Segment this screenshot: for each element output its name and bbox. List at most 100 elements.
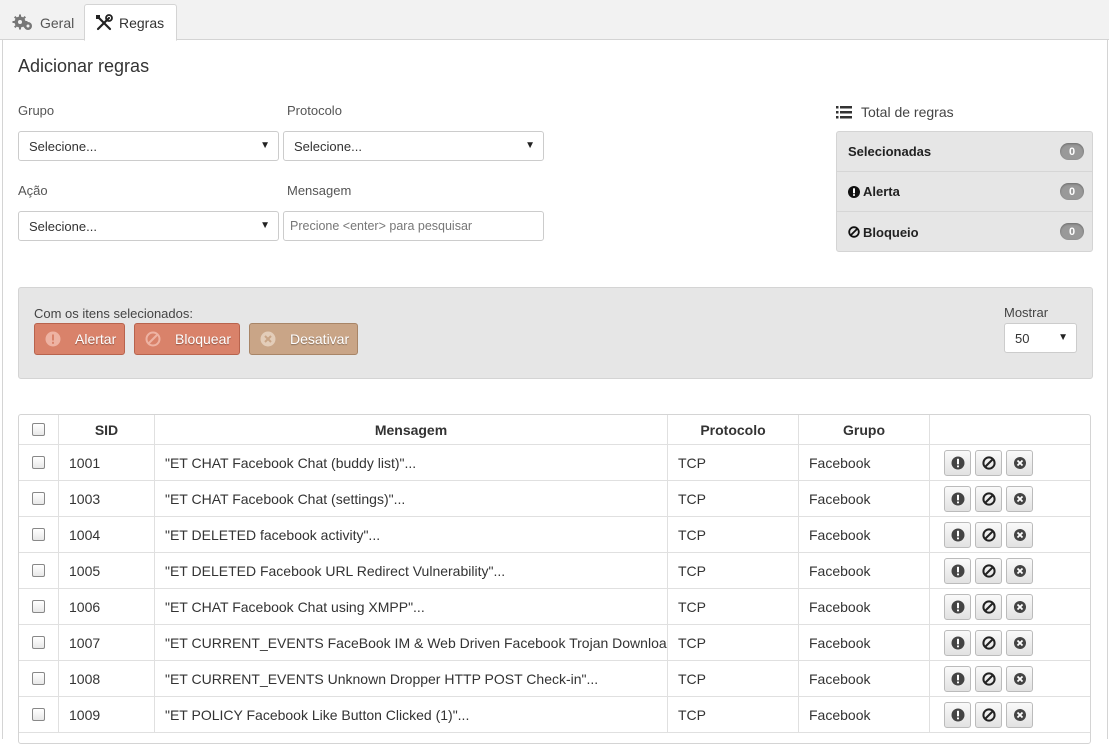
block-button-label: Bloquear <box>175 331 232 347</box>
tab-geral[interactable]: Geral <box>2 4 84 41</box>
totals-title-label: Total de regras <box>861 104 954 120</box>
header-mensagem[interactable]: Mensagem <box>155 415 668 444</box>
row-alert-button[interactable] <box>944 629 971 656</box>
row-checkbox[interactable] <box>32 528 45 541</box>
alert-button[interactable]: Alertar <box>34 323 125 355</box>
row-block-button[interactable] <box>975 485 1002 512</box>
row-checkbox[interactable] <box>32 564 45 577</box>
cell-mensagem: "ET CURRENT_EVENTS Unknown Dropper HTTP … <box>155 661 668 696</box>
disable-button-label: Desativar <box>290 331 350 347</box>
select-all-cell <box>19 415 59 444</box>
bulk-actions-label: Com os itens selecionados: <box>34 306 193 321</box>
chevron-down-icon: ▼ <box>260 140 270 151</box>
header-actions <box>930 415 1090 444</box>
exclamation-circle-icon <box>848 185 860 198</box>
header-grupo[interactable]: Grupo <box>799 415 930 444</box>
row-block-button[interactable] <box>975 629 1002 656</box>
ban-icon <box>981 527 996 542</box>
header-sid[interactable]: SID <box>59 415 155 444</box>
cell-grupo: Facebook <box>799 697 930 732</box>
cell-mensagem: "ET POLICY Facebook Like Button Clicked … <box>155 697 668 732</box>
row-alert-button[interactable] <box>944 485 971 512</box>
totals-row-label: Bloqueio <box>863 224 919 240</box>
ban-icon <box>981 563 996 578</box>
page-size-label: Mostrar <box>1004 305 1049 320</box>
mensagem-search-input[interactable] <box>283 211 544 241</box>
row-select-cell <box>19 445 59 480</box>
row-checkbox[interactable] <box>32 708 45 721</box>
grupo-select-value: Selecione... <box>29 138 97 154</box>
exclamation-circle-icon <box>951 456 965 470</box>
header-protocolo[interactable]: Protocolo <box>668 415 799 444</box>
alert-button-label: Alertar <box>75 331 117 347</box>
row-checkbox[interactable] <box>32 456 45 469</box>
totals-row-label: Selecionadas <box>848 144 932 159</box>
cell-grupo: Facebook <box>799 625 930 660</box>
cell-protocolo: TCP <box>668 445 799 480</box>
row-block-button[interactable] <box>975 521 1002 548</box>
ban-icon <box>981 491 996 506</box>
table-row: 1006 "ET CHAT Facebook Chat using XMPP"..… <box>19 589 1090 625</box>
disable-button[interactable]: Desativar <box>249 323 358 355</box>
table-header: SID Mensagem Protocolo Grupo <box>19 415 1090 445</box>
protocolo-select[interactable]: Selecione... ▼ <box>283 131 544 161</box>
row-alert-button[interactable] <box>944 449 971 476</box>
row-block-button[interactable] <box>975 557 1002 584</box>
mensagem-label: Mensagem <box>287 183 352 198</box>
row-disable-button[interactable] <box>1006 593 1033 620</box>
cell-grupo: Facebook <box>799 553 930 588</box>
cell-grupo: Facebook <box>799 445 930 480</box>
rules-table: SID Mensagem Protocolo Grupo 1001 "ET CHA… <box>18 414 1091 744</box>
times-circle-icon <box>1013 564 1027 578</box>
page-title: Adicionar regras <box>18 56 150 76</box>
acao-select-value: Selecione... <box>29 218 97 234</box>
row-alert-button[interactable] <box>944 557 971 584</box>
row-select-cell <box>19 625 59 660</box>
row-alert-button[interactable] <box>944 521 971 548</box>
cell-protocolo: TCP <box>668 625 799 660</box>
row-disable-button[interactable] <box>1006 557 1033 584</box>
totals-row-alerta: Alerta 0 <box>837 172 1092 212</box>
ban-icon <box>981 455 996 470</box>
row-alert-button[interactable] <box>944 701 971 728</box>
row-select-cell <box>19 553 59 588</box>
row-alert-button[interactable] <box>944 665 971 692</box>
row-alert-button[interactable] <box>944 593 971 620</box>
cell-sid: 1007 <box>59 625 155 660</box>
times-circle-icon <box>1013 456 1027 470</box>
row-disable-button[interactable] <box>1006 485 1033 512</box>
row-disable-button[interactable] <box>1006 449 1033 476</box>
cell-grupo: Facebook <box>799 589 930 624</box>
cell-mensagem: "ET CHAT Facebook Chat (buddy list)"... <box>155 445 668 480</box>
row-checkbox[interactable] <box>32 636 45 649</box>
row-disable-button[interactable] <box>1006 629 1033 656</box>
tab-regras-label: Regras <box>119 14 165 31</box>
count-badge: 0 <box>1060 143 1084 160</box>
row-checkbox[interactable] <box>32 600 45 613</box>
tab-regras[interactable]: Regras <box>84 4 177 41</box>
row-disable-button[interactable] <box>1006 665 1033 692</box>
grupo-select[interactable]: Selecione... ▼ <box>18 131 279 161</box>
row-block-button[interactable] <box>975 701 1002 728</box>
page-size-value: 50 <box>1015 330 1030 346</box>
totals-title: Total de regras <box>836 104 954 120</box>
times-circle-icon <box>1013 600 1027 614</box>
ban-icon <box>981 599 996 614</box>
row-checkbox[interactable] <box>32 492 45 505</box>
row-block-button[interactable] <box>975 593 1002 620</box>
times-circle-icon <box>1013 636 1027 650</box>
exclamation-circle-icon <box>951 564 965 578</box>
row-block-button[interactable] <box>975 665 1002 692</box>
row-checkbox[interactable] <box>32 672 45 685</box>
totals-row-label: Alerta <box>863 184 900 199</box>
row-disable-button[interactable] <box>1006 701 1033 728</box>
row-block-button[interactable] <box>975 449 1002 476</box>
acao-select[interactable]: Selecione... ▼ <box>18 211 279 241</box>
row-actions <box>930 517 1090 552</box>
count-badge: 0 <box>1060 223 1084 240</box>
row-disable-button[interactable] <box>1006 521 1033 548</box>
block-button[interactable]: Bloquear <box>134 323 240 355</box>
cell-grupo: Facebook <box>799 661 930 696</box>
page-size-select[interactable]: 50 ▼ <box>1004 323 1077 353</box>
select-all-checkbox[interactable] <box>32 423 45 436</box>
